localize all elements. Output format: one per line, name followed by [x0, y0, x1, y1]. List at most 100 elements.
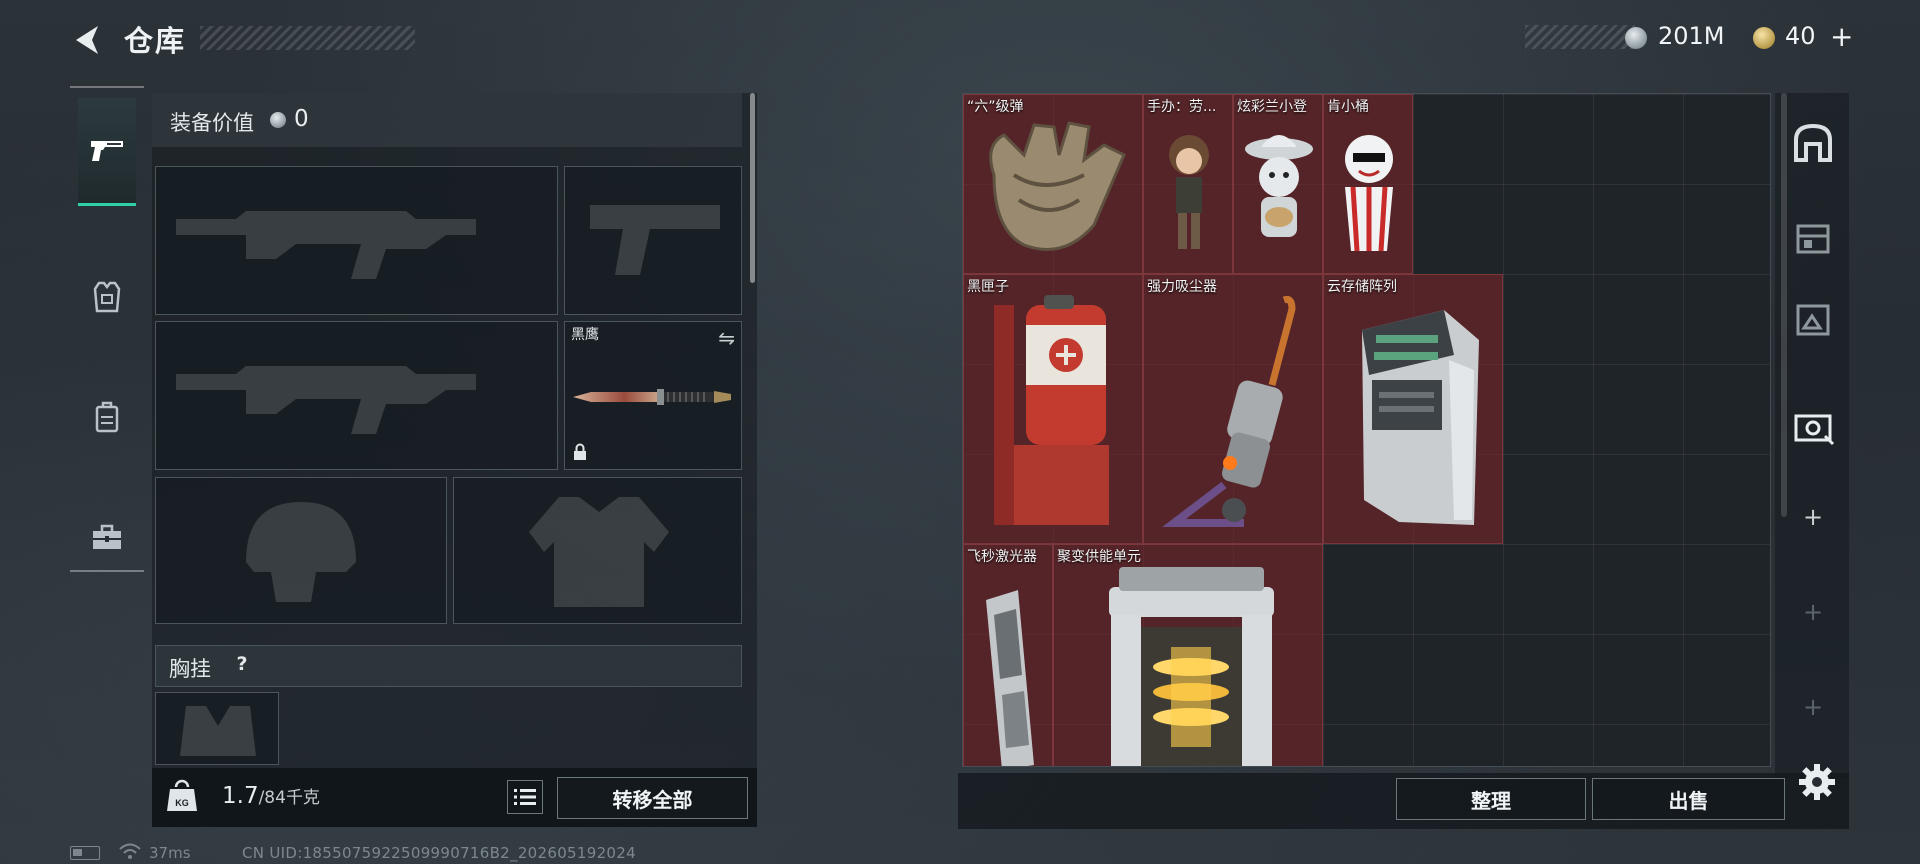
weight-icon: KG [167, 779, 197, 811]
sort-button[interactable]: 整理 [1396, 778, 1586, 820]
weight-current: 1.7 [222, 783, 259, 809]
equipment-footer: KG 1.7/84千克 转移全部 [152, 768, 757, 827]
equipment-value-label: 装备价值 [170, 111, 254, 135]
item-image [989, 121, 1126, 251]
chest-rig-slot[interactable] [155, 692, 279, 765]
item-name: 云存储阵列 [1327, 279, 1397, 295]
swap-icon[interactable]: ⇋ [718, 326, 735, 350]
add-storage-tab-button[interactable]: + [1787, 598, 1839, 638]
storage-item[interactable]: 聚变供能单元 [1053, 544, 1323, 766]
storage-footer: 整理 出售 [958, 773, 1849, 829]
item-image [1362, 310, 1479, 525]
item-name: 强力吸尘器 [1147, 279, 1217, 295]
storage-item[interactable]: 云存储阵列 [1323, 274, 1503, 544]
item-image [1109, 567, 1274, 766]
body-armor-slot[interactable] [453, 477, 742, 624]
nav-tab-backpack[interactable] [78, 363, 136, 471]
pistol-icon [91, 140, 123, 161]
storage-item[interactable]: 黑匣子 [963, 274, 1143, 544]
pistol-silhouette-icon [590, 205, 720, 275]
rifle-silhouette-icon [176, 366, 476, 434]
armor-icon [93, 281, 121, 313]
storage-item[interactable]: 强力吸尘器 [1143, 274, 1323, 544]
cabinet-icon [1796, 304, 1830, 336]
title-decoration [200, 26, 415, 50]
add-storage-tab-button[interactable]: + [1787, 503, 1839, 543]
storage-item[interactable]: 飞秒激光器 [963, 544, 1053, 766]
item-name: 飞秒激光器 [967, 549, 1037, 565]
vest-silhouette-icon [529, 497, 669, 607]
melee-weapon-name: 黑鹰 [571, 327, 599, 343]
chest-rig-silhouette-icon [180, 706, 256, 756]
storage-item[interactable]: 炫彩兰小登 [1233, 94, 1323, 274]
storage-tab-3[interactable] [1787, 293, 1839, 345]
equipment-category-nav [70, 86, 144, 572]
pistol-slot[interactable] [564, 166, 742, 315]
storage-tab-1[interactable] [1787, 117, 1839, 169]
arch-icon [1794, 123, 1832, 162]
currency-bar: 201M 40 + [1525, 20, 1860, 54]
item-name: 肯小桶 [1327, 99, 1369, 115]
status-bar: 37ms CN UID:1855075922509990716B2_202605… [70, 842, 710, 862]
wifi-icon [118, 842, 142, 864]
equipment-value-header: 装备价值 0 [152, 93, 742, 147]
item-image [994, 295, 1109, 525]
currency-decoration [1525, 25, 1635, 49]
rifle-silhouette-icon [176, 211, 476, 279]
weight-value: 1.7/84千克 [222, 783, 320, 809]
silver-coin-icon [1625, 27, 1647, 49]
item-name: 黑匣子 [967, 279, 1009, 295]
storage-tabs: + + + [1775, 93, 1849, 778]
add-storage-tab-button[interactable]: + [1787, 693, 1839, 733]
svg-text:KG: KG [175, 798, 189, 808]
help-button[interactable]: ? [228, 653, 256, 679]
chest-rig-label: 胸挂 [169, 657, 211, 681]
sell-button[interactable]: 出售 [1592, 778, 1785, 820]
nav-tab-weapons[interactable] [78, 98, 136, 206]
storage-item[interactable]: “六”级弹 [963, 94, 1143, 274]
ping-value: 37ms [149, 844, 191, 862]
back-button[interactable] [68, 20, 108, 60]
list-view-button[interactable] [507, 780, 543, 814]
item-name: 炫彩兰小登 [1237, 99, 1307, 115]
nav-tab-case[interactable] [78, 483, 136, 591]
primary-weapon-slot[interactable] [155, 166, 558, 315]
list-icon [514, 789, 536, 805]
equipment-panel: 装备价值 0 黑鹰 ⇋ 胸挂 ? KG 1.7/84千克 转移全部 [152, 93, 757, 827]
toolbox-icon [93, 524, 121, 549]
storage-tab-4[interactable] [1787, 401, 1839, 453]
currency-secondary-value: 40 [1785, 22, 1816, 50]
storage-tab-2[interactable] [1787, 211, 1839, 263]
nav-tab-armor[interactable] [78, 243, 136, 351]
storage-item[interactable]: 手办：劳... [1143, 94, 1233, 274]
backpack-icon [95, 401, 119, 433]
equipment-scrollbar[interactable] [750, 93, 755, 283]
item-name: 聚变供能单元 [1057, 549, 1141, 565]
display-case-icon [1794, 414, 1835, 446]
battery-icon [70, 846, 100, 860]
item-name: “六”级弹 [967, 99, 1024, 115]
secondary-weapon-slot[interactable] [155, 321, 558, 470]
gear-icon[interactable] [1795, 760, 1839, 804]
helmet-slot[interactable] [155, 477, 447, 624]
weight-max: /84千克 [258, 788, 320, 808]
helmet-silhouette-icon [246, 502, 356, 602]
equipment-value: 0 [294, 106, 309, 132]
storage-grid: “六”级弹 手办：劳... 炫彩兰小登 肯小桶 黑匣子 强力吸尘器 云存储阵列 … [962, 93, 1771, 767]
item-image [1169, 135, 1209, 249]
storage-item[interactable]: 肯小桶 [1323, 94, 1413, 274]
item-image [1245, 135, 1313, 237]
silver-coin-icon [270, 112, 286, 128]
add-currency-button[interactable]: + [1830, 20, 1853, 53]
transfer-all-button[interactable]: 转移全部 [557, 777, 748, 819]
shelf-icon [1796, 224, 1830, 254]
item-image [1345, 135, 1393, 252]
user-uid: CN UID:1855075922509990716B2_20260519202… [242, 844, 636, 862]
chest-rig-header: 胸挂 ? [155, 645, 742, 687]
item-image [1162, 295, 1296, 527]
melee-weapon-slot[interactable]: 黑鹰 ⇋ [564, 321, 742, 470]
lock-icon [572, 443, 588, 465]
currency-main-value: 201M [1658, 22, 1725, 50]
item-image [986, 590, 1034, 766]
gold-coin-icon [1753, 27, 1775, 49]
